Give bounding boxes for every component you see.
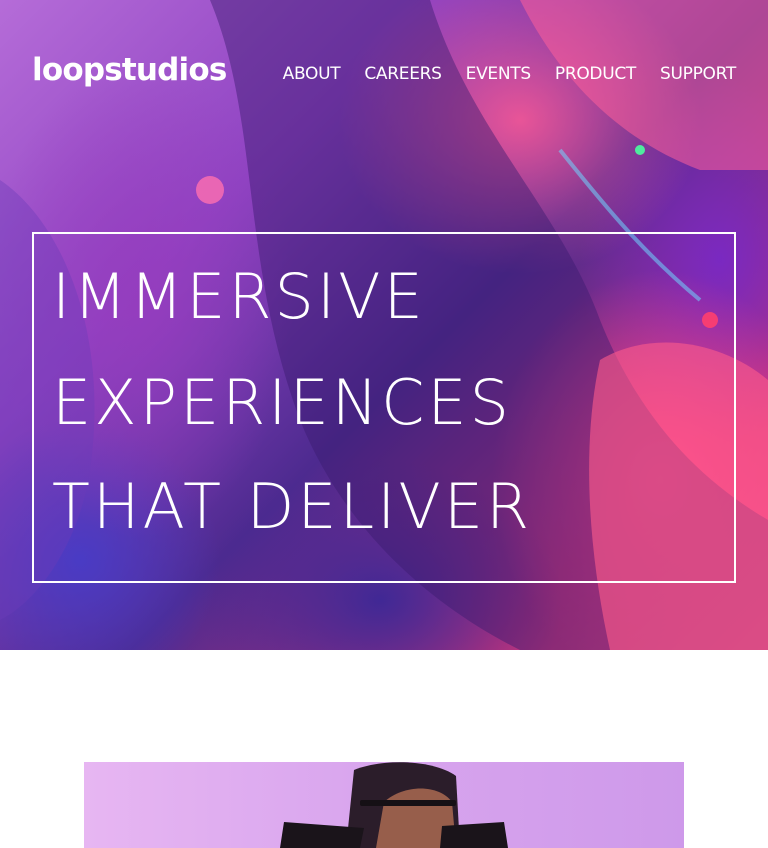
vr-headset-person-image xyxy=(280,762,508,848)
hero-headline-line-3: THAT DELIVER xyxy=(52,470,533,543)
nav-link-about[interactable]: ABOUT xyxy=(283,63,341,85)
hero-section: loopstudios ABOUT CAREERS EVENTS PRODUCT… xyxy=(0,0,768,650)
logo[interactable]: loopstudios xyxy=(32,50,227,90)
hero-headline-line-1: IMMERSIVE xyxy=(52,260,426,333)
nav-link-product[interactable]: PRODUCT xyxy=(555,63,636,85)
nav-link-careers[interactable]: CAREERS xyxy=(364,63,442,85)
hero-headline-line-2: EXPERIENCES xyxy=(52,366,512,439)
main-navigation: ABOUT CAREERS EVENTS PRODUCT SUPPORT xyxy=(283,63,737,85)
vr-promo-image xyxy=(84,762,684,848)
nav-link-events[interactable]: EVENTS xyxy=(466,63,532,85)
hero-headline-box: IMMERSIVE EXPERIENCES THAT DELIVER xyxy=(32,232,736,583)
nav-link-support[interactable]: SUPPORT xyxy=(660,63,736,85)
